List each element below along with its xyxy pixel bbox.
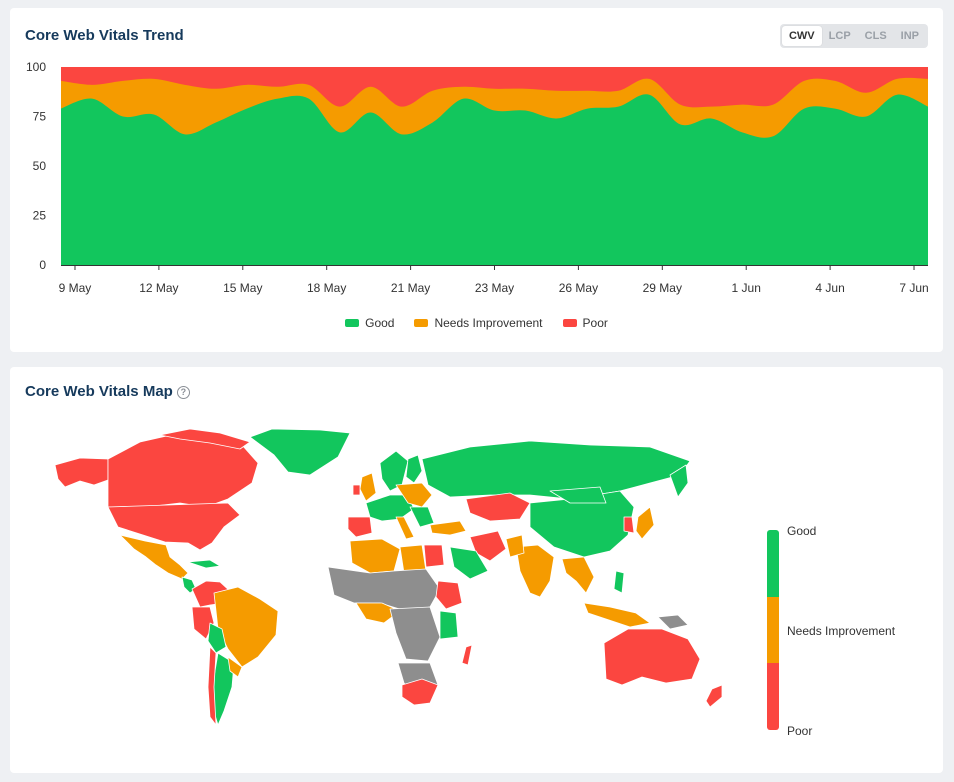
x-tick-label-3: 18 May (307, 281, 346, 295)
y-tick-25: 25 (33, 209, 47, 223)
region-madagascar[interactable] (461, 644, 473, 666)
legend-swatch-poor (562, 319, 577, 327)
x-tick-label-8: 1 Jun (732, 281, 761, 295)
legend-swatch-needs-improvement (414, 319, 429, 327)
tab-inp[interactable]: INP (894, 26, 926, 46)
region-kazakhstan[interactable] (465, 492, 531, 522)
y-tick-50: 50 (33, 159, 47, 173)
region-japan[interactable] (635, 506, 655, 540)
region-north-africa-west[interactable] (349, 538, 401, 574)
region-korea[interactable] (623, 516, 635, 534)
world-map (54, 428, 723, 726)
region-greenland[interactable] (249, 428, 351, 476)
region-east-africa[interactable] (435, 580, 463, 610)
legend-label-good: Good (365, 316, 395, 330)
region-kenya-tanzania[interactable] (439, 610, 459, 640)
scale-label-good: Good (787, 524, 817, 538)
trend-legend: Good Needs Improvement Poor (10, 316, 943, 330)
y-tick-75: 75 (33, 110, 47, 124)
region-uk[interactable] (359, 472, 377, 502)
region-balkans[interactable] (409, 506, 435, 528)
region-philippines[interactable] (613, 570, 625, 594)
legend-item-needs-improvement[interactable]: Needs Improvement (414, 316, 543, 330)
tab-cwv[interactable]: CWV (781, 26, 822, 46)
scale-segment-needs-improvement (767, 596, 779, 664)
trend-title: Core Web Vitals Trend (25, 27, 184, 44)
metric-tabs: CWV LCP CLS INP (779, 24, 928, 48)
x-tick-label-5: 23 May (475, 281, 514, 295)
legend-swatch-good (345, 319, 360, 327)
region-southeast-asia[interactable] (561, 556, 595, 594)
cwv-map-card: Core Web Vitals Map? Good Needs Improvem… (10, 367, 943, 773)
region-brazil[interactable] (213, 586, 279, 668)
region-pakistan[interactable] (505, 534, 525, 558)
x-tick-label-2: 15 May (223, 281, 262, 295)
x-tick-label-6: 26 May (559, 281, 598, 295)
x-tick-label-7: 29 May (643, 281, 682, 295)
cwv-trend-card: 0 25 50 75 100 9 May 12 May 15 May 18 May 21 May 2… (10, 8, 943, 352)
x-tick-label-10: 7 Jun (899, 281, 928, 295)
legend-item-poor[interactable]: Poor (562, 316, 608, 330)
scale-label-poor: Poor (787, 724, 813, 738)
x-tick-label-9: 4 Jun (815, 281, 844, 295)
scale-segment-good (767, 530, 779, 597)
region-papua[interactable] (657, 614, 689, 630)
region-new-zealand[interactable] (705, 684, 723, 708)
x-tick-label-0: 9 May (59, 281, 92, 295)
map-color-scale (767, 530, 779, 730)
region-libya[interactable] (399, 544, 427, 574)
y-tick-0: 0 (39, 258, 46, 272)
region-turkey[interactable] (429, 520, 467, 536)
legend-item-good[interactable]: Good (345, 316, 394, 330)
region-australia[interactable] (603, 628, 701, 686)
trend-chart: 0 25 50 75 100 9 May 12 May 15 May 18 May 21 May 2… (26, 60, 929, 295)
y-tick-100: 100 (26, 60, 46, 74)
region-italy[interactable] (395, 516, 415, 540)
region-alaska[interactable] (54, 457, 109, 488)
tab-cls[interactable]: CLS (858, 26, 894, 46)
region-iberia[interactable] (347, 516, 373, 538)
region-egypt[interactable] (423, 544, 445, 568)
scale-label-needs-improvement: Needs Improvement (787, 624, 896, 638)
region-finland[interactable] (405, 454, 423, 484)
scale-segment-poor (767, 663, 779, 730)
region-cuba[interactable] (187, 559, 221, 569)
x-tick-label-4: 21 May (391, 281, 430, 295)
region-indonesia[interactable] (583, 602, 651, 628)
x-tick-label-1: 12 May (139, 281, 178, 295)
legend-label-needs-improvement: Needs Improvement (434, 316, 543, 330)
legend-label-poor: Poor (582, 316, 608, 330)
region-central-africa[interactable] (389, 606, 441, 662)
tab-lcp[interactable]: LCP (822, 26, 858, 46)
region-ireland[interactable] (352, 484, 361, 496)
